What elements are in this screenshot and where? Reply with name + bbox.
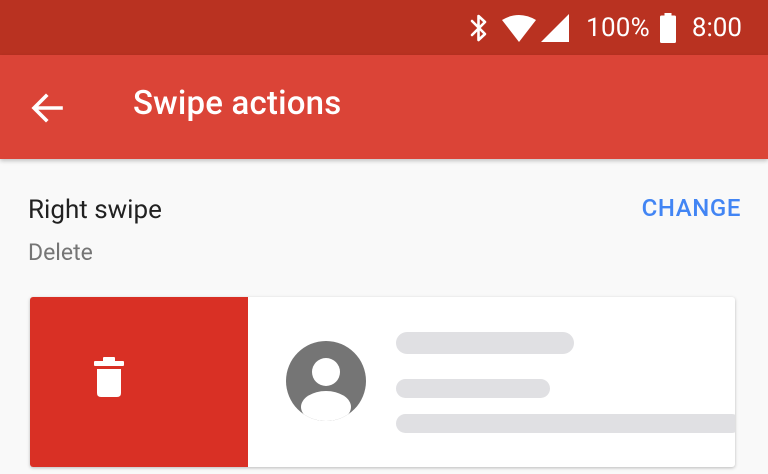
battery-icon	[659, 13, 676, 43]
placeholder-line-title	[396, 332, 574, 354]
page-title: Swipe actions	[133, 84, 342, 123]
clock: 8:00	[691, 13, 742, 43]
avatar-placeholder-icon	[286, 341, 366, 421]
cellular-signal-icon	[541, 14, 570, 42]
arrow-back-icon[interactable]	[30, 91, 64, 125]
bluetooth-icon	[470, 14, 487, 42]
trash-icon	[94, 357, 124, 397]
placeholder-line-subject	[396, 379, 550, 398]
placeholder-line-snippet	[396, 414, 735, 433]
wifi-icon	[502, 15, 537, 42]
app-bar: Swipe actions	[0, 55, 768, 159]
change-button[interactable]: CHANGE	[642, 194, 741, 222]
battery-percent: 100%	[586, 13, 650, 43]
setting-title: Right swipe	[28, 195, 162, 225]
status-icons: 100% 8:00	[469, 10, 742, 46]
swipe-preview-card	[30, 297, 735, 467]
swipe-action-background	[30, 297, 248, 467]
setting-value: Delete	[28, 239, 93, 266]
status-bar: 100% 8:00	[0, 0, 768, 55]
